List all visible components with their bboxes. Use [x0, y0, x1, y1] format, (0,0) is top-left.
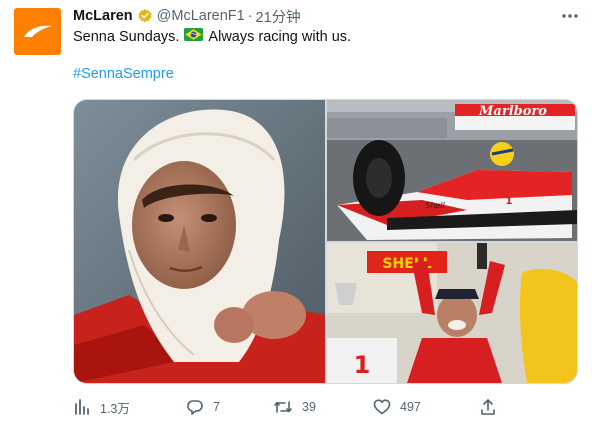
heart-icon	[373, 399, 391, 415]
retweet-count: 39	[302, 400, 316, 414]
car-number-text: 1	[506, 196, 513, 207]
retweet-icon	[274, 401, 292, 413]
media-grid: Marlboro 1 Shell SHELL 1	[73, 99, 578, 384]
mclaren-logo-icon	[23, 25, 52, 37]
podium-image-icon: SHELL 1	[327, 243, 577, 383]
photo-mclaren-car[interactable]: Marlboro 1 Shell	[327, 100, 577, 241]
car-sponsor-text: Marlboro	[478, 104, 547, 119]
reply-icon	[187, 400, 203, 415]
author-avatar[interactable]	[14, 8, 61, 55]
tweet-card[interactable]: McLaren @McLarenF1 · 21分钟 Senna Sundays.	[0, 0, 598, 421]
brazil-flag-icon	[184, 28, 204, 46]
meta-separator: ·	[247, 8, 253, 24]
share-icon	[481, 399, 495, 415]
views-count: 1.3万	[100, 401, 130, 416]
views-chart-icon	[75, 399, 89, 415]
share-button[interactable]	[479, 396, 497, 418]
tweet-text-part1: Senna Sundays.	[73, 29, 180, 45]
reply-button[interactable]: 7	[186, 396, 220, 418]
tweet-text: Senna Sundays. Always racing with us.	[73, 28, 351, 46]
car-shell-text: Shell	[425, 201, 445, 210]
author-name[interactable]: McLaren	[73, 8, 133, 24]
retweet-button[interactable]: 39	[273, 396, 316, 418]
tweet-text-part2: Always racing with us.	[208, 29, 352, 45]
reply-count: 7	[213, 400, 220, 414]
views-button[interactable]: 1.3万	[73, 396, 130, 418]
like-count: 497	[400, 400, 421, 414]
tweet-actions: 1.3万 7 39 497	[73, 396, 578, 418]
verified-badge-icon[interactable]	[137, 8, 153, 24]
photo-senna-portrait[interactable]	[74, 100, 325, 383]
hashtag-link[interactable]: #SennaSempre	[73, 66, 174, 82]
tweet-timestamp[interactable]: 21分钟	[256, 6, 301, 27]
tweet-header: McLaren @McLarenF1 · 21分钟	[73, 6, 301, 26]
race-car-image-icon: Marlboro 1 Shell	[327, 100, 577, 241]
photo-podium-celebration[interactable]: SHELL 1	[327, 243, 577, 383]
like-button[interactable]: 497	[373, 396, 421, 418]
more-options-button[interactable]	[558, 6, 582, 26]
podium-number-text: 1	[354, 351, 371, 379]
portrait-image-icon	[74, 100, 325, 383]
author-handle[interactable]: @McLarenF1	[157, 8, 245, 24]
more-dots-icon	[562, 14, 578, 18]
